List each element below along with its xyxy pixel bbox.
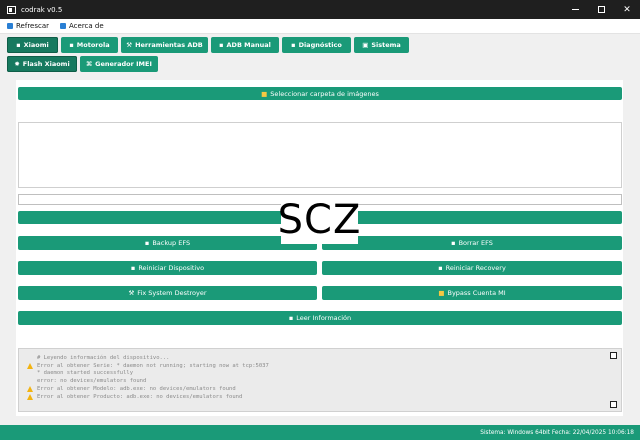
title-bar: codrak v0.5 ✕ (0, 0, 640, 19)
app-icon (7, 5, 16, 14)
log-line: error: no devices/emulators found (27, 377, 613, 385)
autoscroll-checkbox[interactable] (610, 352, 617, 359)
reiniciar-dispositivo-button[interactable]: ▪ Reiniciar Dispositivo (18, 261, 317, 275)
menu-refrescar-label: Refrescar (16, 22, 50, 30)
tab-adb-manual[interactable]: ▪ ADB Manual (211, 37, 279, 53)
info-icon: ▪ (288, 314, 294, 322)
recovery-icon: ▪ (438, 264, 443, 272)
reiniciar-recovery-button[interactable]: ▪ Reiniciar Recovery (322, 261, 622, 275)
borrar-efs-label: Borrar EFS (458, 239, 493, 247)
log-line: Error al obtener Modelo: adb.exe: no dev… (27, 385, 613, 393)
backup-efs-label: Backup EFS (152, 239, 191, 247)
log-text: * daemon started successfully (37, 370, 134, 377)
tab-xiaomi-label: Xiaomi (23, 41, 49, 49)
log-line: Error al obtener Serie: * daemon not run… (27, 362, 613, 370)
tab-sistema-label: Sistema (371, 41, 401, 49)
images-list-panel (18, 122, 622, 188)
leer-info-button[interactable]: ▪ Leer Información (18, 311, 622, 325)
backup-efs-button[interactable]: ▪ Backup EFS (18, 236, 317, 250)
window-controls: ✕ (562, 0, 640, 19)
log-text: # Leyendo información del dispositivo... (37, 354, 170, 361)
scz-watermark: SCZ (277, 196, 362, 244)
tools-icon: ⚒ (126, 41, 133, 49)
refresh-icon (7, 23, 13, 29)
xiaomi-icon: ▪ (16, 41, 21, 49)
log-line: # Leyendo información del dispositivo... (27, 354, 613, 362)
fix-system-button[interactable]: ⚒ Fix System Destroyer (18, 286, 317, 300)
tab-generador-imei[interactable]: ⌘ Generador IMEI (80, 56, 158, 72)
tab-xiaomi[interactable]: ▪ Xiaomi (7, 37, 58, 53)
tab-herramientas-adb[interactable]: ⚒ Herramientas ADB (121, 37, 208, 53)
info-icon (60, 23, 67, 29)
window-title: codrak v0.5 (21, 5, 63, 14)
trash-icon: ▪ (451, 239, 456, 247)
log-text: Error al obtener Producto: adb.exe: no d… (37, 393, 243, 400)
menu-acerca-de[interactable]: Acerca de (60, 22, 104, 30)
reiniciar-dispositivo-label: Reiniciar Dispositivo (138, 264, 205, 272)
log-line: Error al obtener Producto: adb.exe: no d… (27, 393, 613, 401)
log-line: * daemon started successfully (27, 370, 613, 378)
diagnostic-icon: ▪ (291, 41, 296, 49)
log-text: Error al obtener Modelo: adb.exe: no dev… (37, 386, 236, 393)
system-icon: ▣ (362, 41, 369, 49)
reboot-icon: ▪ (130, 264, 136, 272)
tab-herramientas-adb-label: Herramientas ADB (135, 41, 203, 49)
bypass-mi-button[interactable]: ■ Bypass Cuenta MI (322, 286, 622, 300)
tab-flash-xiaomi[interactable]: ✸ Flash Xiaomi (7, 56, 77, 72)
main-tabs: ▪ Xiaomi ▪ Motorola ⚒ Herramientas ADB ▪… (7, 37, 409, 53)
menu-acerca-de-label: Acerca de (69, 22, 104, 30)
warning-icon (27, 386, 34, 393)
imei-icon: ⌘ (86, 60, 93, 68)
motorola-icon: ▪ (69, 41, 74, 49)
log-text: error: no devices/emulators found (37, 378, 147, 385)
flash-icon: ✸ (14, 60, 20, 68)
borrar-efs-button[interactable]: ▪ Borrar EFS (322, 236, 622, 250)
minimize-icon (571, 9, 579, 10)
maximize-icon (597, 6, 605, 13)
tab-sistema[interactable]: ▣ Sistema (354, 37, 409, 53)
bypass-mi-label: Bypass Cuenta MI (447, 289, 506, 297)
tab-diagnostico[interactable]: ▪ Diagnóstico (282, 37, 351, 53)
menu-bar: Refrescar Acerca de (0, 19, 640, 34)
menu-refrescar[interactable]: Refrescar (7, 22, 49, 30)
wrench-icon: ⚒ (128, 289, 135, 297)
sub-tabs: ✸ Flash Xiaomi ⌘ Generador IMEI (7, 56, 158, 72)
folder-icon: ■ (261, 89, 268, 98)
warning-icon (27, 362, 34, 369)
close-icon: ✕ (623, 4, 631, 15)
close-button[interactable]: ✕ (614, 0, 640, 19)
tab-motorola[interactable]: ▪ Motorola (61, 37, 118, 53)
log-output[interactable]: # Leyendo información del dispositivo...… (18, 348, 622, 412)
tab-motorola-label: Motorola (76, 41, 110, 49)
log-checkbox[interactable] (610, 401, 617, 408)
tab-adb-manual-label: ADB Manual (226, 41, 271, 49)
select-folder-label: Seleccionar carpeta de imágenes (270, 89, 379, 98)
warning-icon (27, 393, 34, 400)
maximize-button[interactable] (588, 0, 614, 19)
minimize-button[interactable] (562, 0, 588, 19)
tab-flash-xiaomi-label: Flash Xiaomi (22, 60, 70, 68)
log-text: Error al obtener Serie: * daemon not run… (37, 362, 269, 369)
backup-icon: ▪ (144, 239, 150, 247)
status-bar: Sistema: Windows 64bit Fecha: 22/04/2025… (0, 425, 640, 440)
select-folder-button[interactable]: ■ Seleccionar carpeta de imágenes (18, 87, 622, 100)
fix-system-label: Fix System Destroyer (137, 289, 207, 297)
reiniciar-recovery-label: Reiniciar Recovery (445, 264, 506, 272)
manual-icon: ▪ (219, 41, 224, 49)
status-text: Sistema: Windows 64bit Fecha: 22/04/2025… (480, 429, 634, 436)
tab-generador-imei-label: Generador IMEI (95, 60, 152, 68)
leer-info-label: Leer Información (296, 314, 352, 322)
tab-diagnostico-label: Diagnóstico (298, 41, 342, 49)
lock-icon: ■ (438, 289, 445, 297)
